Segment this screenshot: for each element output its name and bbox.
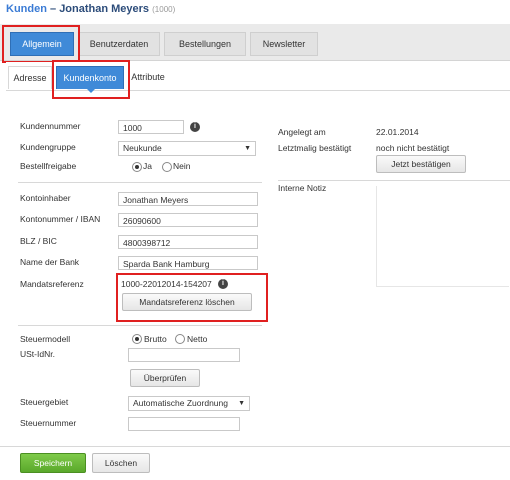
kontoinhaber-label: Kontoinhaber bbox=[20, 193, 71, 203]
brutto-radio[interactable] bbox=[132, 334, 142, 344]
customer-name: Jonathan Meyers bbox=[59, 3, 150, 15]
subtab-attribute[interactable]: Attribute bbox=[126, 66, 170, 88]
bank-input[interactable]: Sparda Bank Hamburg bbox=[118, 256, 258, 270]
steuergebiet-value: Automatische Zuordnung bbox=[133, 398, 228, 408]
footer-divider bbox=[0, 446, 510, 447]
interne-notiz-textarea[interactable] bbox=[376, 186, 509, 287]
customer-id: (1000) bbox=[152, 5, 176, 14]
steuernummer-input[interactable] bbox=[128, 417, 240, 431]
tab-benutzerdaten[interactable]: Benutzerdaten bbox=[78, 32, 160, 56]
angelegt-value: 22.01.2014 bbox=[376, 127, 419, 137]
subtab-adresse[interactable]: Adresse bbox=[8, 66, 52, 89]
steuergebiet-select[interactable]: Automatische Zuordnung ▼ bbox=[128, 396, 250, 411]
info-icon[interactable]: i bbox=[190, 122, 200, 132]
bank-label: Name der Bank bbox=[20, 257, 80, 267]
breadcrumb-customers[interactable]: Kunden bbox=[6, 3, 47, 15]
kundengruppe-label: Kundengruppe bbox=[20, 142, 76, 152]
iban-label: Kontonummer / IBAN bbox=[20, 214, 101, 224]
kundennummer-input[interactable]: 1000 bbox=[118, 120, 184, 134]
brutto-label: Brutto bbox=[144, 334, 167, 344]
bestellfreigabe-nein-label: Nein bbox=[173, 161, 191, 171]
bestaetigt-value: noch nicht bestätigt bbox=[376, 143, 450, 153]
netto-label: Netto bbox=[187, 334, 208, 344]
kundengruppe-select[interactable]: Neukunde ▼ bbox=[118, 141, 256, 156]
netto-radio[interactable] bbox=[175, 334, 185, 344]
bic-label: BLZ / BIC bbox=[20, 236, 57, 246]
ustid-input[interactable] bbox=[128, 348, 240, 362]
interne-notiz-label: Interne Notiz bbox=[278, 183, 327, 193]
bestellfreigabe-ja-label: Ja bbox=[143, 161, 152, 171]
chevron-down-icon: ▼ bbox=[244, 145, 251, 152]
highlight-mandatsreferenz bbox=[116, 273, 268, 322]
kundennummer-label: Kundennummer bbox=[20, 121, 81, 131]
tab-newsletter[interactable]: Newsletter bbox=[250, 32, 318, 56]
chevron-down-icon: ▼ bbox=[238, 400, 245, 407]
steuernummer-label: Steuernummer bbox=[20, 418, 77, 428]
bestellfreigabe-nein-radio[interactable] bbox=[162, 162, 172, 172]
highlight-allgemein bbox=[2, 25, 80, 63]
loeschen-button[interactable]: Löschen bbox=[92, 453, 150, 473]
mandatsreferenz-label: Mandatsreferenz bbox=[20, 279, 84, 289]
bic-input[interactable]: 4800398712 bbox=[118, 235, 258, 249]
breadcrumb-separator: – bbox=[46, 3, 60, 15]
ustid-label: USt-IdNr. bbox=[20, 349, 55, 359]
kundengruppe-value: Neukunde bbox=[123, 143, 162, 153]
steuergebiet-label: Steuergebiet bbox=[20, 397, 69, 407]
bestellfreigabe-ja-radio[interactable] bbox=[132, 162, 142, 172]
steuermodell-label: Steuermodell bbox=[20, 334, 71, 344]
tab-bestellungen[interactable]: Bestellungen bbox=[164, 32, 246, 56]
divider bbox=[18, 325, 262, 326]
page-title: Kunden – Jonathan Meyers (1000) bbox=[6, 3, 175, 15]
divider bbox=[18, 182, 262, 183]
highlight-kundenkonto bbox=[52, 60, 130, 99]
ueberpruefen-button[interactable]: Überprüfen bbox=[130, 369, 200, 387]
bestaetigt-label: Letztmalig bestätigt bbox=[278, 143, 352, 153]
bestellfreigabe-label: Bestellfreigabe bbox=[20, 161, 77, 171]
angelegt-label: Angelegt am bbox=[278, 127, 326, 137]
jetzt-bestaetigen-button[interactable]: Jetzt bestätigen bbox=[376, 155, 466, 173]
iban-input[interactable]: 26090600 bbox=[118, 213, 258, 227]
kontoinhaber-input[interactable]: Jonathan Meyers bbox=[118, 192, 258, 206]
divider bbox=[278, 180, 510, 181]
speichern-button[interactable]: Speichern bbox=[20, 453, 86, 473]
